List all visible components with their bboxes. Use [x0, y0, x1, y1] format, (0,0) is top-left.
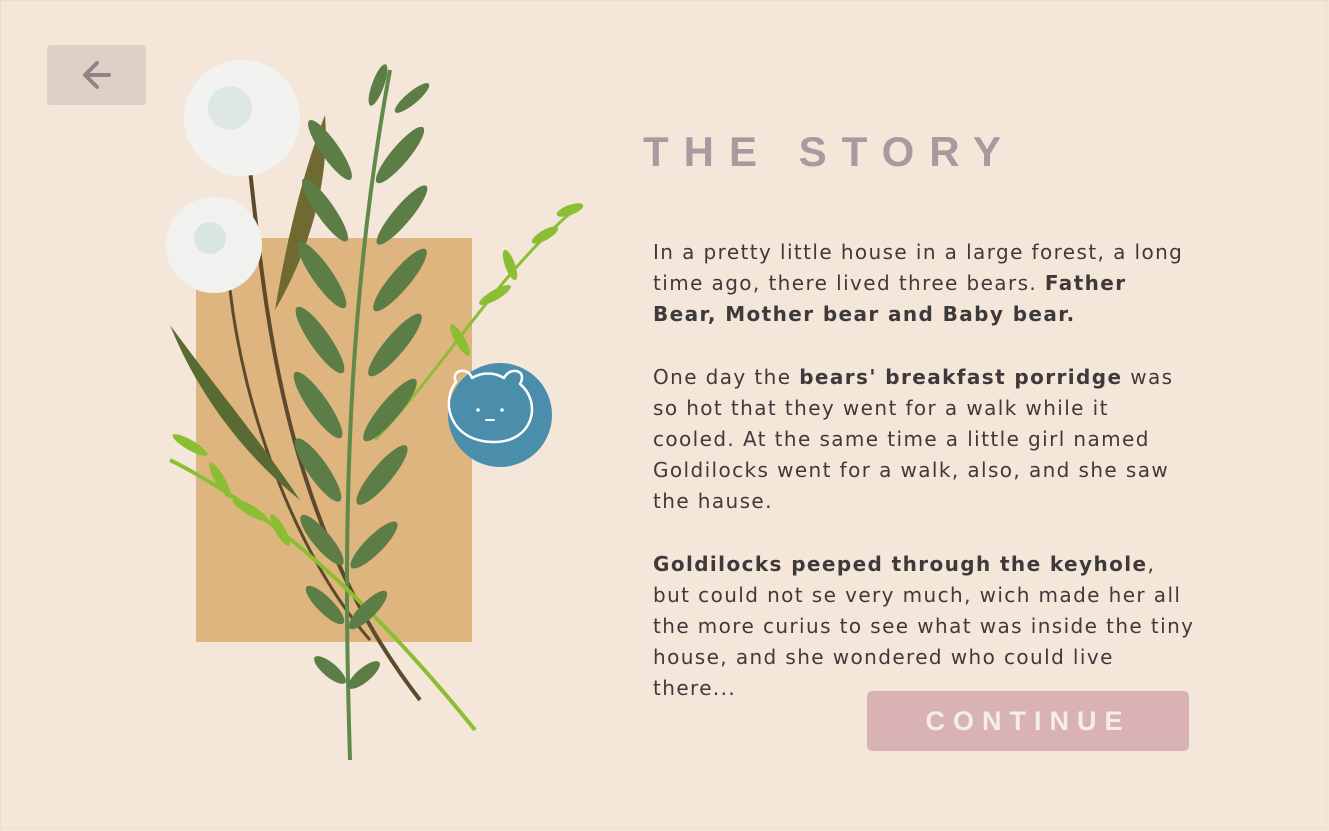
bear-face-icon — [447, 363, 552, 467]
back-button[interactable] — [47, 45, 146, 105]
story-paragraph: One day the bears' breakfast porridge wa… — [653, 364, 1174, 514]
story-text: In a pretty little house in a large fore… — [653, 237, 1198, 736]
continue-button[interactable]: CONTINUE — [867, 691, 1189, 751]
botanical-illustration — [166, 60, 584, 761]
arrow-left-icon — [82, 61, 111, 89]
page-title: THE STORY — [643, 128, 1017, 175]
story-paragraph: In a pretty little house in a large fore… — [653, 240, 1184, 327]
story-paragraph: Goldilocks peeped through the keyhole, b… — [653, 551, 1195, 701]
